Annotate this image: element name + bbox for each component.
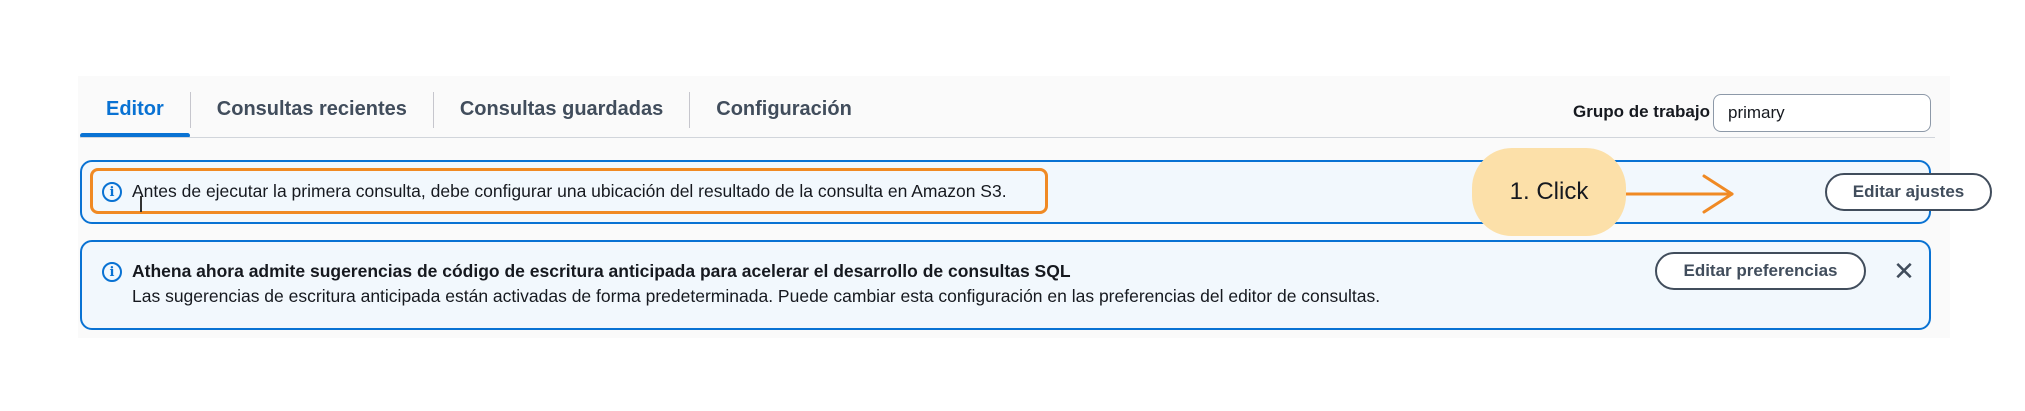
suggestions-alert: i Athena ahora admite sugerencias de cód… — [80, 240, 1931, 330]
text-cursor-icon — [140, 196, 142, 212]
tab-bar: Editor Consultas recientes Consultas gua… — [80, 90, 878, 140]
suggestions-alert-title: Athena ahora admite sugerencias de códig… — [132, 261, 1071, 281]
tab-saved-queries[interactable]: Consultas guardadas — [434, 90, 689, 138]
workgroup-value: primary — [1728, 103, 1785, 122]
close-icon[interactable]: ✕ — [1889, 256, 1919, 286]
callout-text: 1. Click — [1509, 178, 1589, 205]
tab-editor[interactable]: Editor — [80, 90, 190, 138]
workgroup-label: Grupo de trabajo — [1573, 102, 1710, 121]
tab-divider — [80, 137, 1935, 138]
tab-settings[interactable]: Configuración — [690, 90, 878, 138]
annotation-callout: 1. Click — [1472, 148, 1626, 236]
suggestions-alert-body: Las sugerencias de escritura anticipada … — [132, 286, 1381, 306]
edit-settings-button[interactable]: Editar ajustes — [1825, 173, 1992, 211]
edit-preferences-button[interactable]: Editar preferencias — [1655, 252, 1866, 290]
tab-recent-queries[interactable]: Consultas recientes — [191, 90, 433, 138]
workgroup-select[interactable]: primary — [1713, 94, 1931, 132]
annotation-arrow-icon — [1626, 174, 1734, 214]
info-icon: i — [102, 262, 122, 282]
annotation-highlight-box — [90, 168, 1048, 214]
